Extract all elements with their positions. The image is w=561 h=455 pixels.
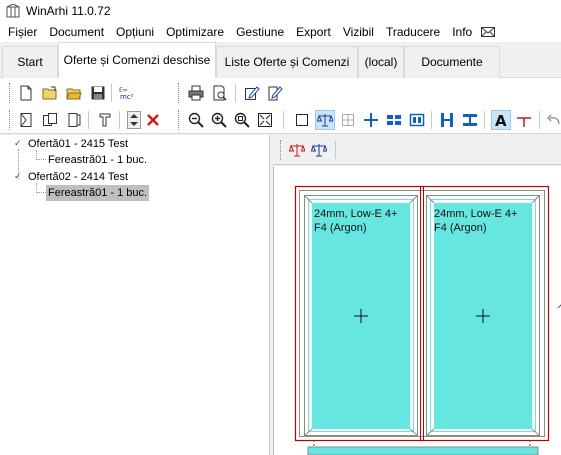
zoom-in-icon[interactable] xyxy=(209,110,229,130)
toolbar-separator xyxy=(111,84,112,102)
copy-window-icon[interactable] xyxy=(40,110,60,130)
tab-documente[interactable]: Documente xyxy=(404,46,500,78)
up-down-icon[interactable] xyxy=(124,110,144,130)
balance-icon[interactable] xyxy=(315,110,335,130)
svg-text:A: A xyxy=(495,112,507,128)
glass-right-line1: 24mm, Low-E 4+ xyxy=(434,208,518,220)
save-icon[interactable] xyxy=(88,83,108,103)
window-title: WinArhi 11.0.72 xyxy=(26,4,111,18)
menu-bar: Fișier Document Opțiuni Optimizare Gesti… xyxy=(0,22,561,42)
tree-item-oferta01[interactable]: Ofertă01 - 2415 Test xyxy=(28,136,128,152)
tab-start[interactable]: Start xyxy=(2,46,58,78)
toolbar-separator xyxy=(119,111,120,129)
toolbar-separator xyxy=(88,111,89,129)
tree-item-oferta02[interactable]: Ofertă02 - 2414 Test xyxy=(28,169,128,185)
toolbar-grip[interactable] xyxy=(178,83,181,103)
menu-item-info[interactable]: Info xyxy=(446,22,478,42)
toolbar-separator xyxy=(335,141,336,159)
toolbar-separator xyxy=(283,111,284,129)
mullion-icon[interactable] xyxy=(437,110,457,130)
toolbar-separator xyxy=(484,111,485,129)
toolbar-row-1: E= mc² xyxy=(0,80,561,107)
door-icon[interactable] xyxy=(16,110,36,130)
menu-item-document[interactable]: Document xyxy=(43,22,110,42)
toolbar-grip[interactable] xyxy=(280,140,283,160)
toolbar-area: E= mc² A xyxy=(0,78,561,134)
tab-local[interactable]: (local) xyxy=(358,46,404,78)
undo-icon[interactable] xyxy=(544,110,561,130)
toolbar-grip[interactable] xyxy=(178,110,181,130)
toolbar-grip[interactable] xyxy=(9,110,12,130)
collapse-icon[interactable]: ✓ xyxy=(14,138,22,149)
print-preview-icon[interactable] xyxy=(210,83,230,103)
tree-connector xyxy=(36,159,46,160)
zoom-selection-icon[interactable] xyxy=(232,110,252,130)
print-icon[interactable] xyxy=(186,83,206,103)
split-icon[interactable] xyxy=(384,110,404,130)
toolbar-separator xyxy=(235,84,236,102)
lower-element xyxy=(307,446,539,455)
rectangle-icon[interactable] xyxy=(292,110,312,130)
tree-item-fereastra01[interactable]: Fereastră01 - 1 buc. xyxy=(48,152,147,168)
project-tree: ✓ Ofertă01 - 2415 Test Fereastră01 - 1 b… xyxy=(0,135,270,455)
profile-icon[interactable] xyxy=(95,110,115,130)
glass-left-line2: F4 (Argon) xyxy=(314,222,367,234)
menu-item-vizibil[interactable]: Vizibil xyxy=(337,22,380,42)
tab-strip: Start Oferte și Comenzi deschise Liste O… xyxy=(0,42,561,78)
dimension-icon[interactable] xyxy=(514,110,534,130)
calculate-icon[interactable]: E= mc² xyxy=(117,83,137,103)
toolbar-grip[interactable] xyxy=(9,83,12,103)
drawing-canvas[interactable]: 24mm, Low-E 4+ F4 (Argon) 24mm, Low-E 4+… xyxy=(273,166,561,455)
drawing-toolbar xyxy=(273,135,561,165)
frame-icon[interactable] xyxy=(407,110,427,130)
tree-connector xyxy=(36,192,46,193)
delete-icon[interactable] xyxy=(143,110,163,130)
balance-red-icon[interactable] xyxy=(287,140,307,160)
svg-text:mc²: mc² xyxy=(120,93,134,101)
menu-item-gestiune[interactable]: Gestiune xyxy=(230,22,290,42)
glass-left-line1: 24mm, Low-E 4+ xyxy=(314,208,398,220)
zoom-fit-icon[interactable] xyxy=(255,110,275,130)
open-folder-icon[interactable] xyxy=(64,83,84,103)
balance-blue-icon[interactable] xyxy=(309,140,329,160)
collapse-icon[interactable]: ✓ xyxy=(14,171,22,182)
glass-right-line2: F4 (Argon) xyxy=(434,222,487,234)
menu-item-traducere[interactable]: Traducere xyxy=(380,22,446,42)
cross-icon[interactable] xyxy=(361,110,381,130)
tree-item-fereastra01-selected[interactable]: Fereastră01 - 1 buc. xyxy=(46,185,150,201)
edit-doc-icon[interactable] xyxy=(265,83,285,103)
menu-item-optiuni[interactable]: Opțiuni xyxy=(110,22,160,42)
paste-window-icon[interactable] xyxy=(64,110,84,130)
edit-icon[interactable] xyxy=(242,83,262,103)
open-icon[interactable] xyxy=(40,83,60,103)
glass-left-label: 24mm, Low-E 4+ F4 (Argon) xyxy=(314,207,397,235)
text-icon[interactable]: A xyxy=(491,110,511,130)
transom-icon[interactable] xyxy=(460,110,480,130)
menu-item-export[interactable]: Export xyxy=(290,22,337,42)
app-icon xyxy=(6,4,20,18)
glass-right-label: 24mm, Low-E 4+ F4 (Argon) xyxy=(434,207,517,235)
toolbar-row-2: A xyxy=(0,107,561,134)
menu-item-fisier[interactable]: Fișier xyxy=(2,22,43,42)
toolbar-separator xyxy=(431,111,432,129)
tab-liste-oferte-comenzi[interactable]: Liste Oferte și Comenzi xyxy=(216,46,358,78)
toolbar-separator xyxy=(539,111,540,129)
title-bar: WinArhi 11.0.72 xyxy=(0,0,561,22)
new-document-icon[interactable] xyxy=(16,83,36,103)
mail-icon[interactable] xyxy=(480,25,496,39)
zoom-out-icon[interactable] xyxy=(186,110,206,130)
menu-item-optimizare[interactable]: Optimizare xyxy=(160,22,230,42)
balance-disabled-icon xyxy=(338,110,358,130)
tab-oferte-comenzi-deschise[interactable]: Oferte și Comenzi deschise xyxy=(58,42,216,78)
